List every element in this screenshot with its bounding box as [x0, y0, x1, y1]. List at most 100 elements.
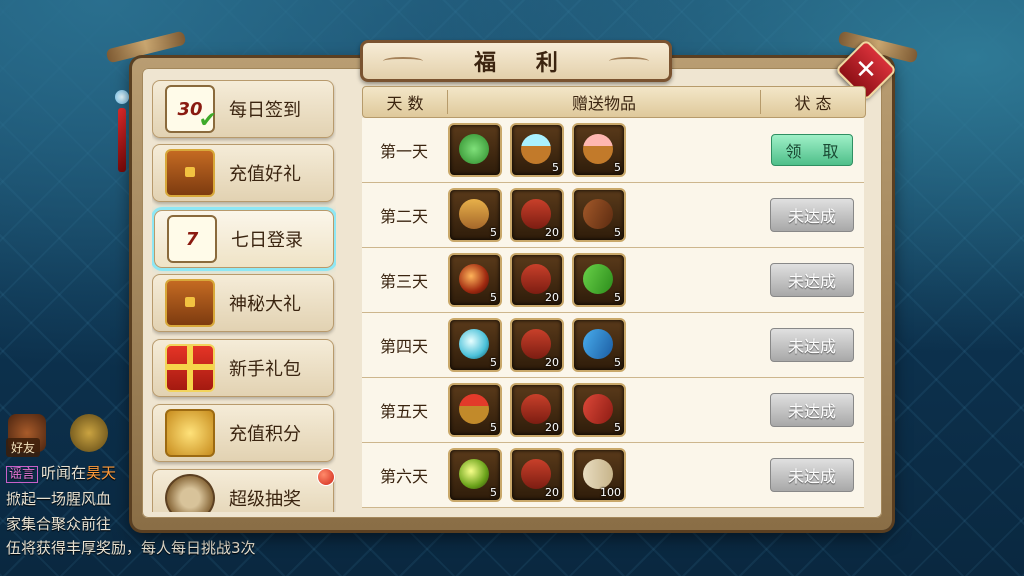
day-label: 第一天 — [379, 142, 428, 161]
sidebar-item-label: 七日登录 — [231, 230, 303, 251]
reward-slot[interactable]: 5 — [448, 253, 502, 307]
reward-slot[interactable]: 5 — [572, 383, 626, 437]
red-orb-icon — [459, 264, 489, 294]
not-achieved-button[interactable]: 未达成 — [770, 458, 854, 492]
table-row: 第一天 5 5 领 取 — [362, 118, 864, 183]
table-row: 第三天 5 20 5 未达成 — [362, 248, 864, 313]
sidebar-item-label: 充值好礼 — [229, 164, 301, 185]
chat-text: 听闻在 — [41, 464, 87, 482]
item-count: 5 — [614, 226, 621, 239]
item-count: 5 — [490, 356, 497, 369]
reward-slot[interactable]: 20 — [510, 188, 564, 242]
item-count: 20 — [545, 421, 559, 434]
reward-items: 5 20 5 — [446, 253, 760, 307]
reward-slot[interactable]: 20 — [510, 448, 564, 502]
reward-slot[interactable]: 5 — [448, 318, 502, 372]
header-status: 状 态 — [760, 90, 865, 114]
blue-bowl-icon — [521, 134, 551, 164]
reward-slot[interactable]: 5 — [572, 318, 626, 372]
calendar-7-icon: 7 — [167, 215, 217, 263]
sidebar-item-label: 每日签到 — [229, 100, 301, 121]
item-count: 5 — [614, 356, 621, 369]
title-ornament-right — [609, 57, 649, 65]
gold-pile-icon — [165, 409, 215, 457]
red-book-icon — [578, 389, 618, 429]
close-icon: ✕ — [855, 55, 877, 85]
item-count: 20 — [545, 356, 559, 369]
calendar-30-icon: 30 ✔ — [165, 85, 217, 133]
brown-book-icon — [578, 194, 618, 234]
mystery-chest-icon — [165, 279, 215, 327]
reward-slot[interactable]: 20 — [510, 383, 564, 437]
chat-player-name[interactable]: 昊天 — [86, 464, 116, 482]
reward-slot[interactable]: 100 — [572, 448, 626, 502]
sidebar-item-seven-day-login[interactable]: 7 七日登录 — [154, 210, 334, 268]
item-count: 5 — [614, 421, 621, 434]
item-count: 5 — [552, 161, 559, 174]
claim-button[interactable]: 领 取 — [771, 134, 853, 166]
reward-items: 5 20 100 — [446, 448, 760, 502]
table-row: 第六天 5 20 100 未达成 — [362, 443, 864, 508]
day-label: 第四天 — [379, 337, 428, 356]
chat-line-2: 掀起一场腥风血 — [6, 490, 112, 508]
reward-slot[interactable]: 5 — [448, 448, 502, 502]
reward-slot[interactable]: 5 — [572, 253, 626, 307]
sidebar-item-super-lottery[interactable]: 超级抽奖 — [152, 468, 335, 512]
title-ornament-left — [383, 57, 423, 65]
table-row: 第四天 5 20 5 未达成 — [362, 313, 864, 378]
sidebar-item-newbie-pack[interactable]: 新手礼包 — [152, 339, 334, 397]
reward-slot[interactable]: 5 — [448, 188, 502, 242]
sidebar-item-recharge-points[interactable]: 充值积分 — [152, 404, 334, 462]
sidebar-item-label: 超级抽奖 — [229, 489, 301, 510]
pink-bowl-icon — [583, 134, 613, 164]
header-day: 天 数 — [386, 94, 424, 113]
panel-title: 福 利 — [474, 51, 574, 76]
chat-line-3: 家集合聚众前往 — [6, 515, 112, 533]
treasure-chest-icon — [165, 149, 215, 197]
item-count: 20 — [545, 486, 559, 499]
sidebar-item-daily-checkin[interactable]: 30 ✔ 每日签到 — [152, 80, 334, 138]
item-count: 5 — [490, 291, 497, 304]
reward-slot[interactable]: 5 — [572, 123, 626, 177]
hat-icon — [459, 199, 489, 229]
table-row: 第五天 5 20 5 未达成 — [362, 378, 864, 443]
not-achieved-button[interactable]: 未达成 — [770, 198, 854, 232]
reward-slot[interactable]: 5 — [572, 188, 626, 242]
reward-slot[interactable]: 5 — [448, 383, 502, 437]
item-count: 5 — [614, 161, 621, 174]
day-label: 第六天 — [379, 467, 428, 486]
item-count: 20 — [545, 291, 559, 304]
reward-slot[interactable]: 20 — [510, 253, 564, 307]
not-achieved-button[interactable]: 未达成 — [770, 393, 854, 427]
blue-book-icon — [578, 324, 618, 364]
reward-items: 5 5 — [446, 123, 760, 177]
sidebar-item-mystery-gift[interactable]: 神秘大礼 — [152, 274, 334, 332]
scroll-icon — [583, 459, 613, 489]
title-plate: 福 利 — [360, 40, 672, 82]
reward-items: 5 20 5 — [446, 383, 760, 437]
sidebar-item-recharge-gift[interactable]: 充值好礼 — [152, 144, 334, 202]
friends-label: 好友 — [6, 438, 41, 457]
chat-line-4: 伍将获得丰厚奖励，每人每日挑战3次 — [6, 539, 256, 557]
banner-icon — [521, 199, 551, 229]
not-achieved-button[interactable]: 未达成 — [770, 328, 854, 362]
table-row: 第二天 5 20 5 未达成 — [362, 183, 864, 248]
sidebar-item-label: 充值积分 — [229, 424, 301, 445]
reward-slot[interactable]: 20 — [510, 318, 564, 372]
reward-items: 5 20 5 — [446, 318, 760, 372]
day-label: 第三天 — [379, 272, 428, 291]
pearl-icon — [459, 459, 489, 489]
boat-icon — [459, 394, 489, 424]
jade-pendant-icon — [114, 78, 130, 178]
item-count: 5 — [614, 291, 621, 304]
item-count: 5 — [490, 421, 497, 434]
reward-slot[interactable]: 5 — [510, 123, 564, 177]
header-items: 赠送物品 — [447, 90, 760, 114]
banner-icon — [521, 329, 551, 359]
reward-table: 天 数 赠送物品 状 态 第一天 5 5 领 取 第二天 5 20 5 未达成 … — [362, 86, 866, 512]
not-achieved-button[interactable]: 未达成 — [770, 263, 854, 297]
sidebar-item-label: 神秘大礼 — [229, 294, 301, 315]
chat-bubble-icon[interactable] — [70, 414, 108, 452]
reward-slot[interactable] — [448, 123, 502, 177]
item-count: 20 — [545, 226, 559, 239]
